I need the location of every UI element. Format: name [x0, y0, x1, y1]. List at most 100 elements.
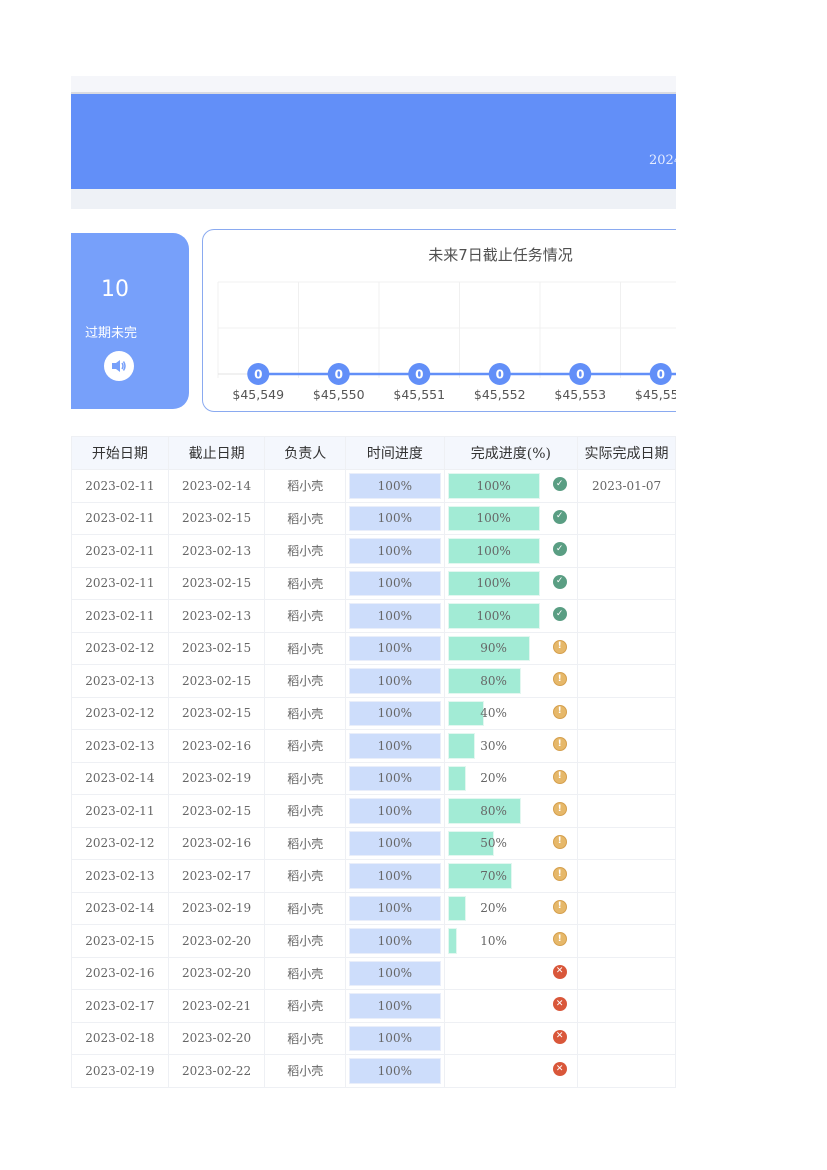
- completion-track: 50%: [447, 830, 540, 856]
- actual-date-cell: [577, 631, 676, 665]
- speaker-icon[interactable]: [104, 351, 134, 381]
- owner-cell: 稻小壳: [264, 761, 347, 795]
- time-progress-value: 100%: [377, 608, 412, 623]
- table-row[interactable]: 2023-02-11 2023-02-13 稻小壳 100% 100% ✓: [71, 599, 676, 633]
- data-label: 0: [657, 368, 665, 382]
- header-end-date[interactable]: 截止日期: [167, 436, 266, 470]
- time-progress-value: 100%: [377, 738, 412, 753]
- time-progress-cell: 100%: [345, 501, 445, 535]
- end-date-cell: 2023-02-15: [167, 696, 266, 730]
- header-banner: 2024: [71, 92, 676, 189]
- end-date-cell: 2023-02-15: [167, 631, 266, 665]
- start-date-cell: 2023-02-13: [71, 729, 169, 763]
- owner-cell: 稻小壳: [264, 534, 347, 568]
- time-progress-cell: 100%: [345, 989, 445, 1023]
- start-date-cell: 2023-02-16: [71, 956, 169, 990]
- table-row[interactable]: 2023-02-12 2023-02-16 稻小壳 100% 50%!: [71, 826, 676, 860]
- table-header-row: 开始日期 截止日期 负责人 时间进度 完成进度(%) 实际完成日期: [71, 436, 676, 470]
- exclamation-circle-icon: !: [552, 834, 567, 849]
- completion-value: 90%: [480, 641, 507, 656]
- header-actual-date[interactable]: 实际完成日期: [577, 436, 676, 470]
- owner-cell: 稻小壳: [264, 794, 347, 828]
- table-row[interactable]: 2023-02-13 2023-02-16 稻小壳 100% 30%!: [71, 729, 676, 763]
- exclamation-circle-icon: !: [552, 769, 567, 784]
- table-row[interactable]: 2023-02-11 2023-02-15 稻小壳 100% 100% ✓: [71, 566, 676, 600]
- x-tick-label: $45,553: [554, 387, 606, 402]
- table-row[interactable]: 2023-02-11 2023-02-15 稻小壳 100% 100% ✓: [71, 501, 676, 535]
- end-date-cell: 2023-02-15: [167, 664, 266, 698]
- x-tick-label: $45,554: [635, 387, 676, 402]
- table-row[interactable]: 2023-02-12 2023-02-15 稻小壳 100% 40%!: [71, 696, 676, 730]
- completion-cell: 70%!: [443, 859, 579, 893]
- completion-cell: ✕: [443, 1054, 579, 1088]
- start-date-cell: 2023-02-11: [71, 501, 169, 535]
- check-circle-icon: ✓: [552, 607, 567, 621]
- time-progress-cell: 100%: [345, 956, 445, 990]
- start-date-cell: 2023-02-11: [71, 534, 169, 568]
- time-progress-value: 100%: [377, 478, 412, 493]
- completion-track: 30%: [447, 733, 540, 759]
- x-circle-icon: ✕: [552, 997, 567, 1011]
- header-owner[interactable]: 负责人: [264, 436, 347, 470]
- table-row[interactable]: 2023-02-11 2023-02-15 稻小壳 100% 80%!: [71, 794, 676, 828]
- table-row[interactable]: 2023-02-13 2023-02-15 稻小壳 100% 80%!: [71, 664, 676, 698]
- table-row[interactable]: 2023-02-11 2023-02-14 稻小壳 100% 100% ✓ 2023-01-…: [71, 469, 676, 503]
- start-date-cell: 2023-02-12: [71, 696, 169, 730]
- header-start-date[interactable]: 开始日期: [71, 436, 169, 470]
- completion-cell: 40%!: [443, 696, 579, 730]
- table-row[interactable]: 2023-02-16 2023-02-20 稻小壳 100% ✕: [71, 956, 676, 990]
- completion-value: 20%: [480, 901, 507, 916]
- owner-cell: 稻小壳: [264, 631, 347, 665]
- header-completion[interactable]: 完成进度(%): [443, 436, 579, 470]
- table-row[interactable]: 2023-02-11 2023-02-13 稻小壳 100% 100% ✓: [71, 534, 676, 568]
- owner-cell: 稻小壳: [264, 566, 347, 600]
- time-progress-cell: 100%: [345, 664, 445, 698]
- exclamation-circle-icon: !: [552, 704, 567, 719]
- completion-value: 80%: [480, 673, 507, 688]
- completion-track: 20%: [447, 765, 540, 791]
- completion-value: 100%: [476, 608, 511, 623]
- completion-value: [448, 1058, 540, 1084]
- completion-cell: ✕: [443, 1021, 579, 1055]
- time-progress-value: 100%: [377, 641, 412, 656]
- end-date-cell: 2023-02-14: [167, 469, 266, 503]
- completion-cell: ✕: [443, 956, 579, 990]
- actual-date-cell: [577, 501, 676, 535]
- start-date-cell: 2023-02-17: [71, 989, 169, 1023]
- time-progress-cell: 100%: [345, 859, 445, 893]
- completion-track: [448, 1026, 540, 1052]
- table-row[interactable]: 2023-02-12 2023-02-15 稻小壳 100% 90%!: [71, 631, 676, 665]
- data-label: 0: [415, 368, 423, 382]
- start-date-cell: 2023-02-14: [71, 761, 169, 795]
- table-row[interactable]: 2023-02-13 2023-02-17 稻小壳 100% 70%!: [71, 859, 676, 893]
- table-row[interactable]: 2023-02-15 2023-02-20 稻小壳 100% 10%!: [71, 924, 676, 958]
- actual-date-cell: [577, 1054, 676, 1088]
- table-row[interactable]: 2023-02-17 2023-02-21 稻小壳 100% ✕: [71, 989, 676, 1023]
- completion-track: 100%: [447, 473, 540, 499]
- start-date-cell: 2023-02-13: [71, 859, 169, 893]
- data-label: 0: [254, 368, 262, 382]
- start-date-cell: 2023-02-11: [71, 566, 169, 600]
- task-table: 开始日期 截止日期 负责人 时间进度 完成进度(%) 实际完成日期 2023-0…: [71, 436, 676, 1088]
- table-row[interactable]: 2023-02-19 2023-02-22 稻小壳 100% ✕: [71, 1054, 676, 1088]
- exclamation-circle-icon: !: [552, 802, 567, 816]
- table-row[interactable]: 2023-02-14 2023-02-19 稻小壳 100% 20%!: [71, 761, 676, 795]
- time-progress-value: 100%: [377, 868, 412, 883]
- time-progress-cell: 100%: [345, 1021, 445, 1055]
- completion-cell: 90%!: [443, 631, 579, 665]
- overdue-label: 过期未完: [84, 326, 137, 341]
- owner-cell: 稻小壳: [264, 924, 347, 958]
- end-date-cell: 2023-02-13: [167, 599, 266, 633]
- completion-cell: 100% ✓: [443, 599, 579, 633]
- actual-date-cell: [577, 599, 676, 633]
- table-row[interactable]: 2023-02-18 2023-02-20 稻小壳 100% ✕: [71, 1021, 676, 1055]
- completion-cell: ✕: [443, 989, 579, 1023]
- completion-value: 100%: [476, 478, 511, 493]
- time-progress-cell: 100%: [345, 729, 445, 763]
- completion-track: 100%: [447, 505, 540, 531]
- completion-track: [448, 961, 540, 987]
- time-progress-cell: 100%: [345, 924, 445, 958]
- header-time-progress[interactable]: 时间进度: [345, 436, 445, 470]
- table-row[interactable]: 2023-02-14 2023-02-19 稻小壳 100% 20%!: [71, 891, 676, 925]
- overdue-count: 10: [101, 277, 129, 302]
